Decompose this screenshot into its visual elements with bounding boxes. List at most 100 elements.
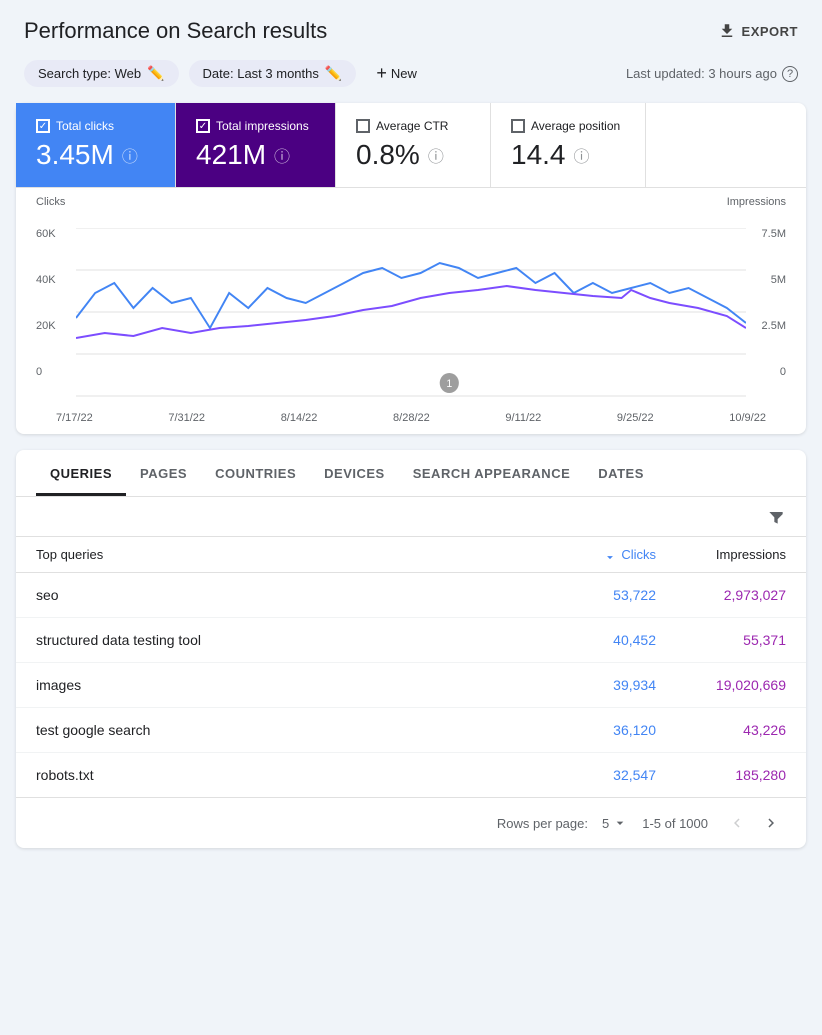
td-clicks-1: 40,452 [536, 632, 656, 648]
clicks-value: 3.45M ⓘ [36, 139, 155, 171]
ctr-value: 0.8% ⓘ [356, 139, 470, 171]
chevron-left-icon [728, 814, 746, 832]
metric-clicks-header: Total clicks [36, 119, 155, 133]
svg-text:1: 1 [446, 378, 452, 390]
y-left-label: Clicks [36, 196, 65, 208]
filter-icon[interactable] [766, 507, 786, 530]
td-clicks-4: 32,547 [536, 767, 656, 783]
y-right-5m: 5M [750, 274, 786, 286]
td-impressions-4: 185,280 [656, 767, 786, 783]
search-type-label: Search type: Web [38, 66, 141, 81]
help-icon: ? [782, 66, 798, 82]
rows-per-page-value: 5 [602, 816, 609, 831]
y-right-75m: 7.5M [750, 228, 786, 240]
position-label: Average position [531, 119, 620, 133]
tab-countries[interactable]: COUNTRIES [201, 450, 310, 496]
metric-total-clicks[interactable]: Total clicks 3.45M ⓘ [16, 103, 176, 187]
th-clicks[interactable]: Clicks [536, 547, 656, 562]
y-left-40k: 40K [36, 274, 72, 286]
chevron-right-icon [762, 814, 780, 832]
th-impressions: Impressions [656, 547, 786, 562]
export-button[interactable]: EXPORT [718, 22, 798, 40]
new-button[interactable]: + New [366, 58, 427, 89]
sort-down-icon [603, 548, 617, 562]
last-updated: Last updated: 3 hours ago ? [626, 66, 798, 82]
table-body: seo 53,722 2,973,027 structured data tes… [16, 573, 806, 797]
filter-icon-row [16, 497, 806, 537]
td-impressions-1: 55,371 [656, 632, 786, 648]
table-row: test google search 36,120 43,226 [16, 708, 806, 753]
pagination-row: Rows per page: 5 1-5 of 1000 [16, 797, 806, 848]
page-title: Performance on Search results [24, 18, 327, 44]
edit-icon-2: ✏️ [325, 65, 342, 82]
table-card: QUERIES PAGES COUNTRIES DEVICES SEARCH A… [16, 450, 806, 848]
rows-per-page-label: Rows per page: [497, 816, 588, 831]
x-label-3: 8/28/22 [393, 412, 430, 424]
y-left-20k: 20K [36, 320, 72, 332]
main-content: Total clicks 3.45M ⓘ Total impressions 4… [0, 103, 822, 864]
prev-page-button[interactable] [722, 810, 752, 836]
td-clicks-2: 39,934 [536, 677, 656, 693]
date-label: Date: Last 3 months [203, 66, 319, 81]
y-left-0: 0 [36, 366, 72, 378]
metric-impressions-header: Total impressions [196, 119, 315, 133]
table-row: structured data testing tool 40,452 55,3… [16, 618, 806, 663]
table-row: seo 53,722 2,973,027 [16, 573, 806, 618]
y-left-60k: 60K [36, 228, 72, 240]
x-label-2: 8/14/22 [281, 412, 318, 424]
x-label-4: 9/11/22 [505, 412, 541, 424]
tab-dates[interactable]: DATES [584, 450, 658, 496]
position-help-icon[interactable]: ⓘ [574, 143, 590, 167]
th-query: Top queries [36, 547, 536, 562]
date-filter[interactable]: Date: Last 3 months ✏️ [189, 60, 357, 87]
pagination-nav [722, 810, 786, 836]
pagination-range: 1-5 of 1000 [642, 816, 708, 831]
x-label-0: 7/17/22 [56, 412, 93, 424]
impressions-checkbox[interactable] [196, 119, 210, 133]
x-axis-labels: 7/17/22 7/31/22 8/14/22 8/28/22 9/11/22 … [56, 412, 766, 434]
ctr-checkbox[interactable] [356, 119, 370, 133]
td-impressions-2: 19,020,669 [656, 677, 786, 693]
table-row: robots.txt 32,547 185,280 [16, 753, 806, 797]
td-query-1: structured data testing tool [36, 632, 536, 648]
impressions-help-icon[interactable]: ⓘ [274, 143, 290, 167]
tab-search-appearance[interactable]: SEARCH APPEARANCE [399, 450, 585, 496]
dropdown-arrow-icon [612, 815, 628, 831]
next-page-button[interactable] [756, 810, 786, 836]
rows-per-page-dropdown[interactable]: 5 [602, 815, 628, 831]
tabs-row: QUERIES PAGES COUNTRIES DEVICES SEARCH A… [16, 450, 806, 497]
clicks-help-icon[interactable]: ⓘ [122, 143, 138, 167]
x-label-1: 7/31/22 [168, 412, 205, 424]
y-right-25m: 2.5M [750, 320, 786, 332]
clicks-checkbox[interactable] [36, 119, 50, 133]
y-right-0: 0 [750, 366, 786, 378]
impressions-value: 421M ⓘ [196, 139, 315, 171]
export-label: EXPORT [742, 24, 798, 39]
clicks-label: Total clicks [56, 119, 114, 133]
td-impressions-3: 43,226 [656, 722, 786, 738]
search-type-filter[interactable]: Search type: Web ✏️ [24, 60, 179, 87]
y-right-label: Impressions [727, 196, 786, 208]
impressions-label: Total impressions [216, 119, 309, 133]
metrics-card: Total clicks 3.45M ⓘ Total impressions 4… [16, 103, 806, 434]
td-clicks-0: 53,722 [536, 587, 656, 603]
metric-empty [646, 103, 806, 187]
table-row: images 39,934 19,020,669 [16, 663, 806, 708]
tab-queries[interactable]: QUERIES [36, 450, 126, 496]
td-query-3: test google search [36, 722, 536, 738]
ctr-header: Average CTR [356, 119, 470, 133]
td-query-0: seo [36, 587, 536, 603]
ctr-help-icon[interactable]: ⓘ [428, 143, 444, 167]
line-chart: 1 [76, 228, 746, 398]
metrics-row: Total clicks 3.45M ⓘ Total impressions 4… [16, 103, 806, 188]
table-header: Top queries Clicks Impressions [16, 537, 806, 573]
new-label: New [391, 66, 417, 81]
metric-avg-position[interactable]: Average position 14.4 ⓘ [491, 103, 646, 187]
metric-total-impressions[interactable]: Total impressions 421M ⓘ [176, 103, 336, 187]
x-label-5: 9/25/22 [617, 412, 654, 424]
chart-svg-container: 1 [76, 228, 746, 398]
tab-devices[interactable]: DEVICES [310, 450, 399, 496]
position-checkbox[interactable] [511, 119, 525, 133]
tab-pages[interactable]: PAGES [126, 450, 201, 496]
metric-avg-ctr[interactable]: Average CTR 0.8% ⓘ [336, 103, 491, 187]
